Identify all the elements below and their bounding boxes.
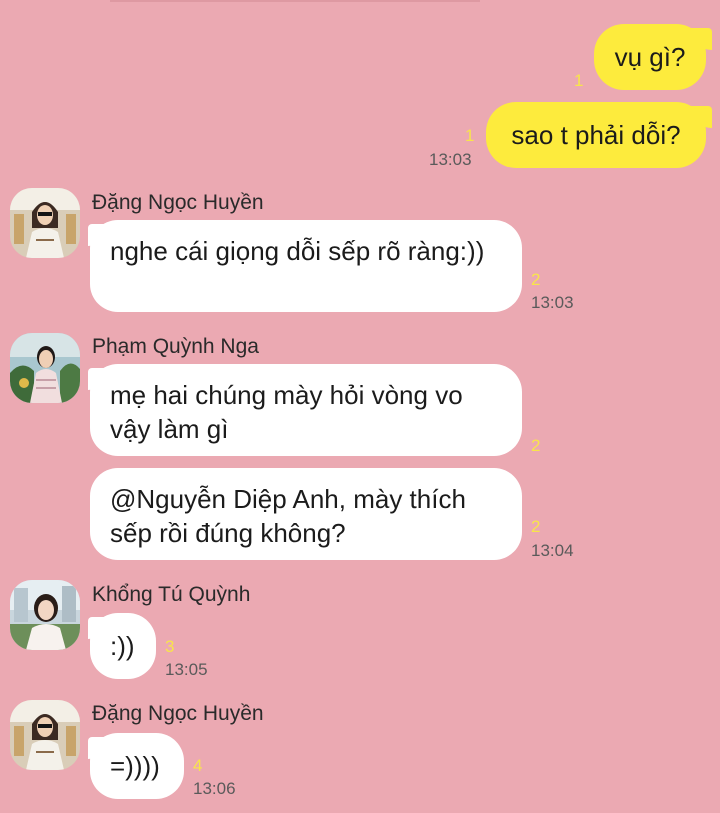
message-time: 13:03: [531, 293, 574, 312]
avatar[interactable]: [10, 188, 80, 258]
avatar[interactable]: [10, 700, 80, 770]
message-time: 13:04: [531, 541, 574, 560]
outgoing-message[interactable]: vụ gì?: [594, 24, 706, 90]
incoming-message[interactable]: nghe cái giọng dỗi sếp rõ ràng:)): [90, 220, 522, 312]
message-text: sao t phải dỗi?: [511, 120, 681, 150]
avatar[interactable]: [10, 580, 80, 650]
incoming-message[interactable]: @Nguyễn Diệp Anh, mày thích sếp rồi đúng…: [90, 468, 522, 560]
sender-name: Đặng Ngọc Huyền: [92, 702, 264, 725]
message-time: 13:06: [193, 779, 236, 798]
sender-name: Khổng Tú Quỳnh: [92, 583, 251, 606]
incoming-message[interactable]: :)): [90, 613, 156, 679]
message-time: 13:05: [165, 660, 208, 679]
message-text: =)))): [110, 751, 160, 781]
read-count: 1: [465, 126, 475, 145]
message-text: mẹ hai chúng mày hỏi vòng vo vậy làm gì: [110, 380, 463, 444]
avatar[interactable]: [10, 333, 80, 403]
read-count: 3: [165, 637, 175, 656]
message-text: nghe cái giọng dỗi sếp rõ ràng:)): [110, 236, 485, 266]
message-text: @Nguyễn Diệp Anh, mày thích sếp rồi đúng…: [110, 484, 466, 548]
read-count: 2: [531, 270, 541, 289]
outgoing-message[interactable]: sao t phải dỗi?: [486, 102, 706, 168]
read-count: 4: [193, 756, 203, 775]
top-divider: [110, 0, 480, 2]
message-text: :)): [110, 631, 135, 661]
read-count: 1: [574, 71, 584, 90]
sender-name: Đặng Ngọc Huyền: [92, 191, 264, 214]
message-time: 13:03: [429, 150, 472, 169]
message-text: vụ gì?: [614, 42, 686, 72]
read-count: 2: [531, 517, 541, 536]
sender-name: Phạm Quỳnh Nga: [92, 335, 259, 358]
read-count: 2: [531, 436, 541, 455]
incoming-message[interactable]: =)))): [90, 733, 184, 799]
incoming-message[interactable]: mẹ hai chúng mày hỏi vòng vo vậy làm gì: [90, 364, 522, 456]
